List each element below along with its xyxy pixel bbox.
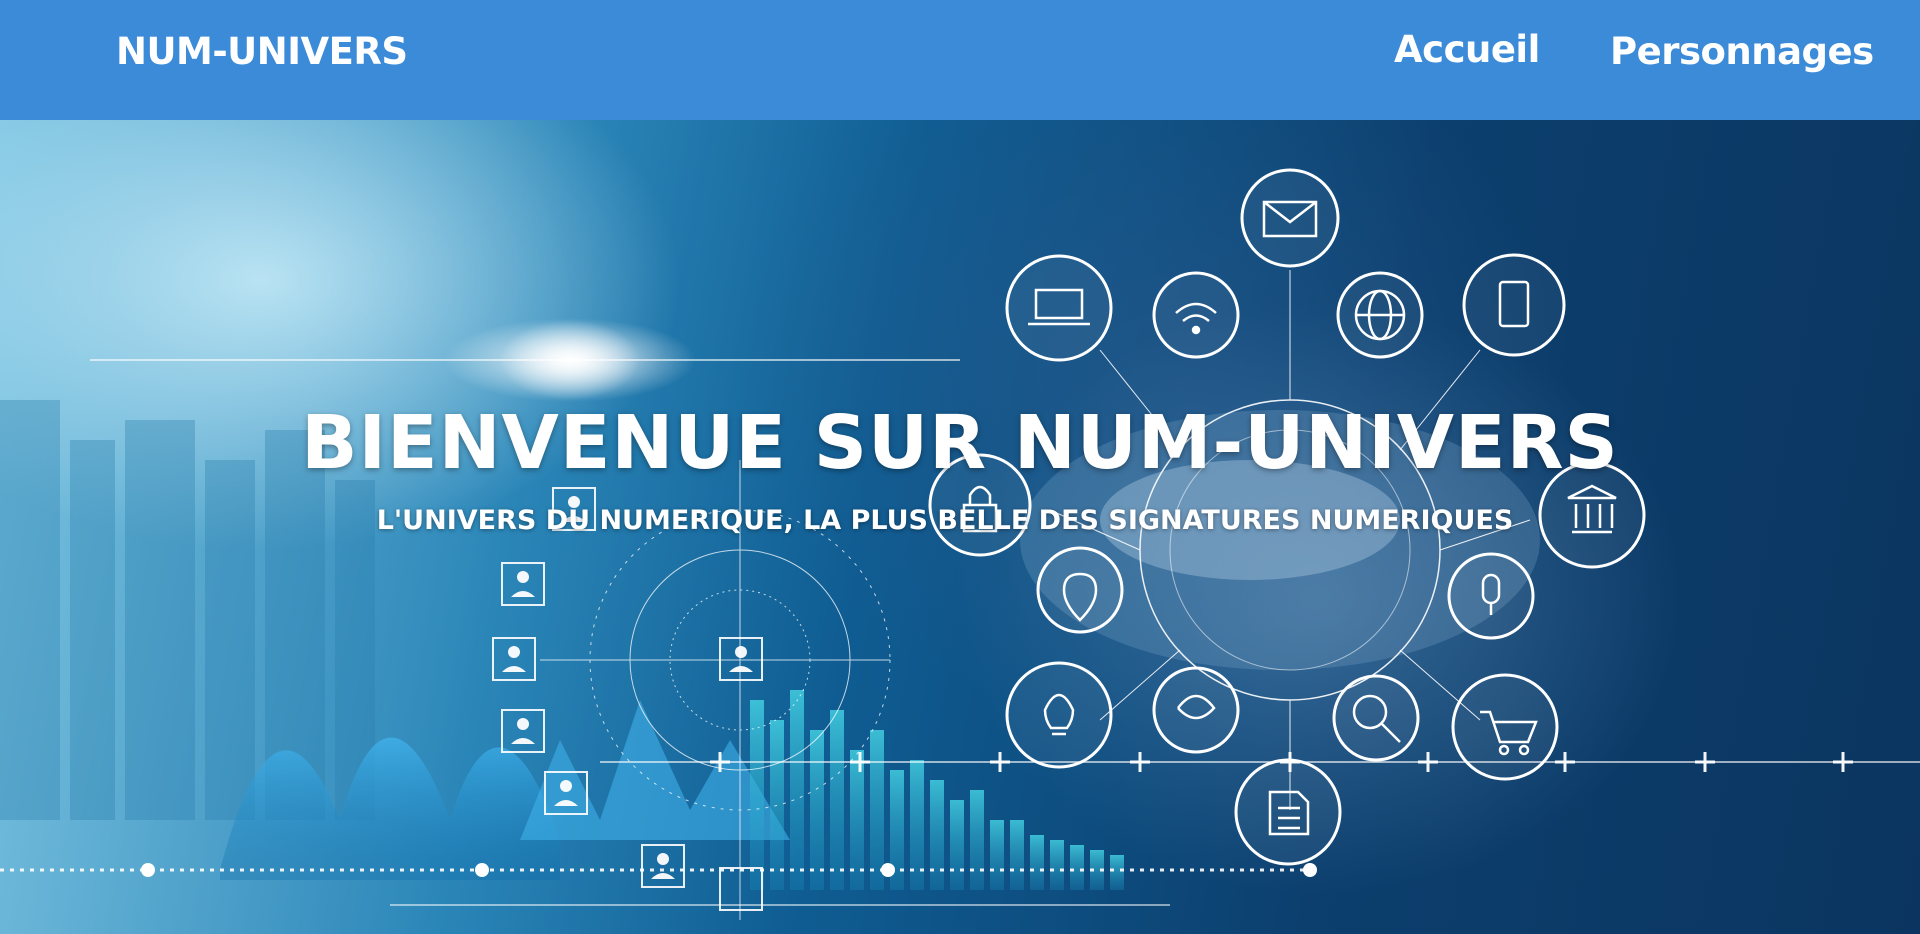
document-icon bbox=[1234, 758, 1342, 866]
microphone-icon bbox=[1447, 552, 1535, 640]
lightbulb-icon bbox=[1005, 661, 1113, 769]
search-chart-icon bbox=[1332, 674, 1420, 762]
brain-icon bbox=[1152, 666, 1240, 754]
tablet-icon bbox=[1462, 253, 1566, 357]
cart-icon bbox=[1451, 673, 1559, 781]
hero-title: BIENVENUE SUR NUM-UNIVERS bbox=[301, 400, 1619, 486]
top-navbar: NUM-UNIVERS Accueil Personnages bbox=[0, 0, 1920, 120]
nav-link-personnages[interactable]: Personnages bbox=[1610, 30, 1874, 73]
hero-subtitle: L'UNIVERS DU NUMERIQUE, LA PLUS BELLE DE… bbox=[376, 505, 1514, 536]
nav-link-accueil[interactable]: Accueil bbox=[1394, 28, 1540, 71]
brand-logo[interactable]: NUM-UNIVERS bbox=[116, 30, 408, 73]
laptop-icon bbox=[1005, 254, 1113, 362]
mail-icon bbox=[1240, 168, 1340, 268]
hero-banner: BIENVENUE SUR NUM-UNIVERS L'UNIVERS DU N… bbox=[0, 120, 1920, 934]
